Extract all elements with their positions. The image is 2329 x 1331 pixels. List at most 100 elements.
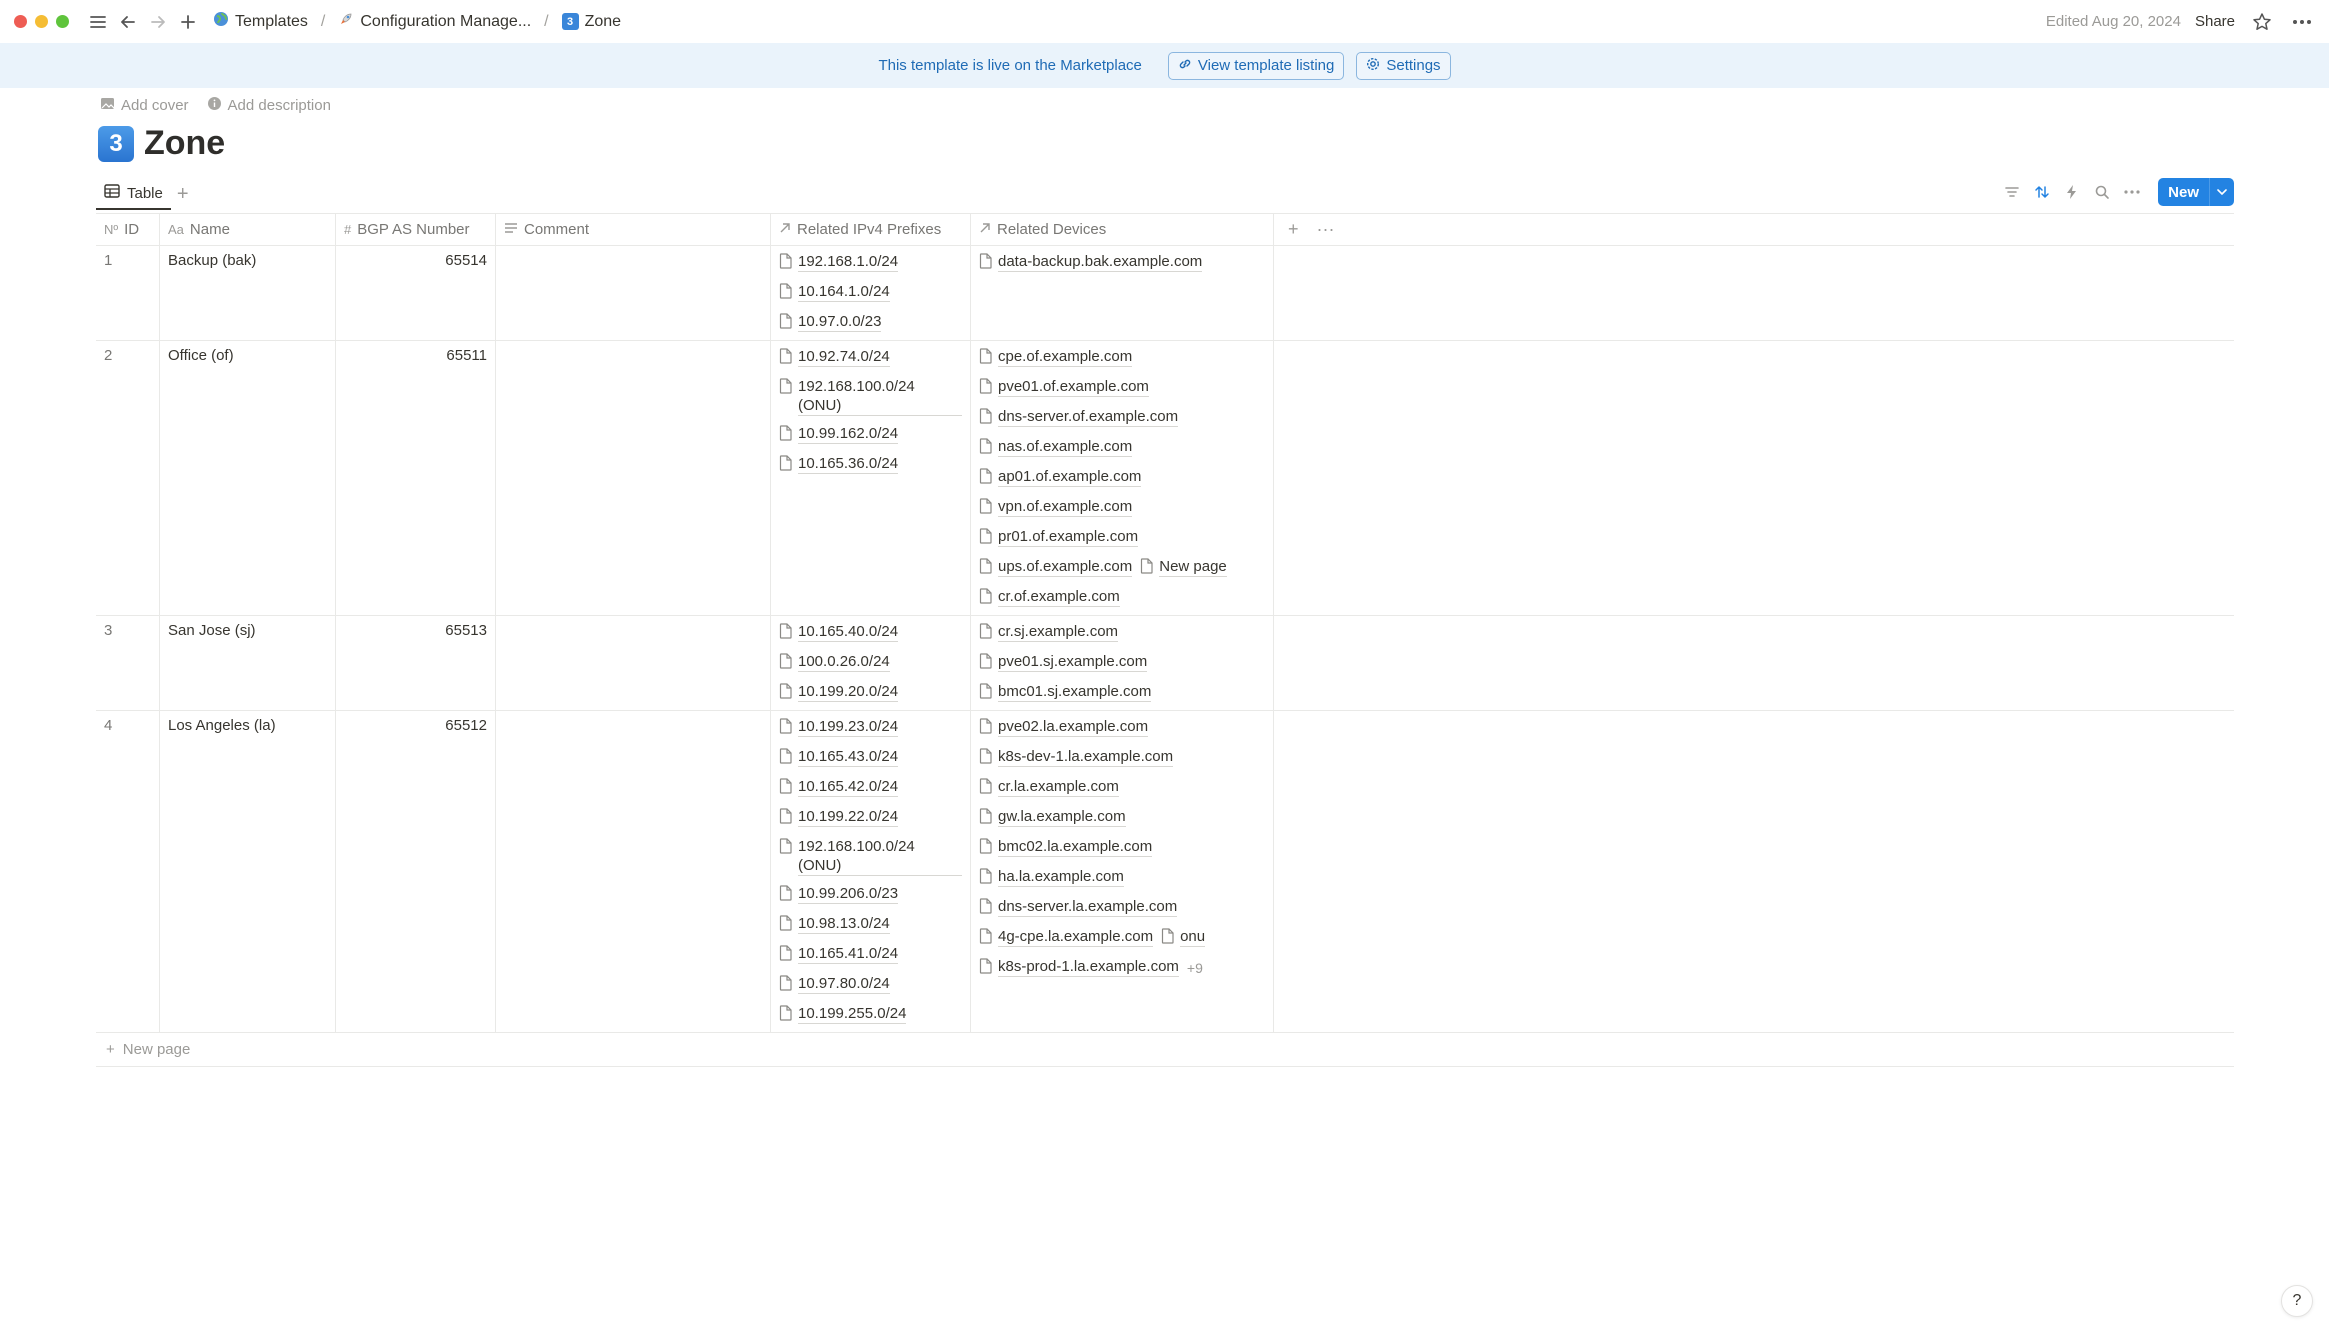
related-page-link[interactable]: cpe.of.example.com <box>979 347 1133 369</box>
related-page-link[interactable]: 10.99.206.0/23 <box>779 884 962 906</box>
new-tab-plus-icon[interactable] <box>175 9 201 35</box>
column-header-id[interactable]: Nº ID <box>96 214 160 245</box>
related-page-link[interactable]: 10.98.13.0/24 <box>779 914 962 936</box>
row-name[interactable]: Los Angeles (la) <box>168 717 276 734</box>
star-icon[interactable] <box>2249 9 2275 35</box>
view-template-listing-button[interactable]: View template listing <box>1167 51 1345 80</box>
related-page-link[interactable]: 10.199.20.0/24 <box>779 682 962 704</box>
cell-bgp-as-number[interactable]: 65513 <box>336 616 496 710</box>
add-view-plus-icon[interactable]: + <box>177 183 189 206</box>
related-page-link[interactable]: onu <box>1161 927 1206 949</box>
cell-related-prefixes[interactable]: 10.165.40.0/24 100.0.26.0/24 10.199.20.0/2… <box>771 616 971 710</box>
related-page-link[interactable]: 4g-cpe.la.example.com <box>979 927 1154 949</box>
column-header-bgp[interactable]: # BGP AS Number <box>336 214 496 245</box>
help-button[interactable]: ? <box>2281 1285 2313 1317</box>
cell-name[interactable]: San Jose (sj) <box>160 616 336 710</box>
related-page-link[interactable]: 10.165.42.0/24 <box>779 777 962 799</box>
automation-lightning-icon[interactable] <box>2062 182 2082 202</box>
column-header-prefixes[interactable]: Related IPv4 Prefixes <box>771 214 971 245</box>
related-page-link[interactable]: dns-server.of.example.com <box>979 407 1179 429</box>
related-page-link[interactable]: 10.199.22.0/24 <box>779 807 962 829</box>
zoom-window-button[interactable] <box>56 15 69 28</box>
cell-comment[interactable] <box>496 246 771 340</box>
row-name[interactable]: Backup (bak) <box>168 252 256 269</box>
sort-icon[interactable] <box>2032 182 2052 202</box>
cell-id[interactable]: 1 <box>96 246 160 340</box>
add-description-button[interactable]: Add description <box>207 96 331 115</box>
back-arrow-icon[interactable] <box>115 9 141 35</box>
column-header-comment[interactable]: Comment <box>496 214 771 245</box>
related-page-link[interactable]: 10.165.36.0/24 <box>779 454 962 476</box>
table-row[interactable]: 1 Backup (bak) 65514 192.168.1.0/24 10.164.1… <box>96 246 2234 341</box>
related-page-link[interactable]: 10.165.43.0/24 <box>779 747 962 769</box>
breadcrumb-configuration-management[interactable]: Configuration Manage... <box>334 9 535 34</box>
cell-related-devices[interactable]: cpe.of.example.com pve01.of.example.com dn… <box>971 341 1274 615</box>
minimize-window-button[interactable] <box>35 15 48 28</box>
cell-related-devices[interactable]: cr.sj.example.com pve01.sj.example.com bmc… <box>971 616 1274 710</box>
related-page-link[interactable]: 10.97.80.0/24 <box>779 974 962 996</box>
more-options-icon[interactable] <box>2122 182 2142 202</box>
related-page-link[interactable]: 192.168.100.0/24 (ONU) <box>779 377 962 416</box>
sidebar-toggle-icon[interactable] <box>85 9 111 35</box>
related-page-link[interactable]: cr.sj.example.com <box>979 622 1119 644</box>
chevron-down-icon[interactable] <box>2209 178 2234 206</box>
related-page-link[interactable]: ups.of.example.com <box>979 557 1133 579</box>
related-page-link[interactable]: ha.la.example.com <box>979 867 1124 889</box>
related-page-link[interactable]: 10.164.1.0/24 <box>779 282 962 304</box>
search-icon[interactable] <box>2092 182 2112 202</box>
breadcrumb-zone[interactable]: 3 Zone <box>558 11 625 33</box>
related-page-link[interactable]: 100.0.26.0/24 <box>779 652 962 674</box>
related-page-link[interactable]: 10.165.41.0/24 <box>779 944 962 966</box>
table-row[interactable]: 3 San Jose (sj) 65513 10.165.40.0/24 100.0.2… <box>96 616 2234 711</box>
cell-comment[interactable] <box>496 616 771 710</box>
cell-comment[interactable] <box>496 711 771 1032</box>
related-page-link[interactable]: 192.168.100.0/24 (ONU) <box>779 837 962 876</box>
breadcrumb-templates[interactable]: Templates <box>209 9 312 34</box>
more-options-icon[interactable] <box>2289 9 2315 35</box>
cell-name[interactable]: Office (of) <box>160 341 336 615</box>
related-page-link[interactable]: k8s-prod-1.la.example.com <box>979 957 1179 979</box>
related-page-link[interactable]: cr.la.example.com <box>979 777 1119 799</box>
more-relations-count[interactable]: +9 <box>1187 960 1203 976</box>
related-page-link[interactable]: gw.la.example.com <box>979 807 1126 829</box>
cell-name[interactable]: Backup (bak) <box>160 246 336 340</box>
cell-bgp-as-number[interactable]: 65511 <box>336 341 496 615</box>
related-page-link[interactable]: ap01.of.example.com <box>979 467 1142 489</box>
cell-id[interactable]: 4 <box>96 711 160 1032</box>
cell-related-prefixes[interactable]: 192.168.1.0/24 10.164.1.0/24 10.97.0.0/23 <box>771 246 971 340</box>
related-page-link[interactable]: bmc02.la.example.com <box>979 837 1153 859</box>
related-page-link[interactable]: 10.97.0.0/23 <box>779 312 962 334</box>
related-page-link[interactable]: pve02.la.example.com <box>979 717 1149 739</box>
related-page-link[interactable]: 10.199.255.0/24 <box>779 1004 962 1026</box>
cell-related-devices[interactable]: data-backup.bak.example.com <box>971 246 1274 340</box>
cell-id[interactable]: 2 <box>96 341 160 615</box>
settings-button[interactable]: Settings <box>1356 51 1451 80</box>
related-page-link[interactable]: New page <box>1140 557 1227 579</box>
new-page-row-button[interactable]: + New page <box>96 1033 2234 1067</box>
filter-icon[interactable] <box>2002 182 2022 202</box>
more-options-icon[interactable]: ··· <box>1317 219 1335 240</box>
cell-related-prefixes[interactable]: 10.199.23.0/24 10.165.43.0/24 10.165.42.0/… <box>771 711 971 1032</box>
tab-table[interactable]: Table <box>96 178 171 210</box>
related-page-link[interactable]: pve01.sj.example.com <box>979 652 1148 674</box>
cell-related-devices[interactable]: pve02.la.example.com k8s-dev-1.la.example… <box>971 711 1274 1032</box>
related-page-link[interactable]: bmc01.sj.example.com <box>979 682 1152 704</box>
related-page-link[interactable]: 10.199.23.0/24 <box>779 717 962 739</box>
cell-related-prefixes[interactable]: 10.92.74.0/24 192.168.100.0/24 (ONU) 10.99… <box>771 341 971 615</box>
related-page-link[interactable]: pve01.of.example.com <box>979 377 1149 399</box>
cell-comment[interactable] <box>496 341 771 615</box>
cell-id[interactable]: 3 <box>96 616 160 710</box>
keycap-3-icon[interactable]: 3 <box>98 125 134 162</box>
cell-bgp-as-number[interactable]: 65512 <box>336 711 496 1032</box>
table-row[interactable]: 4 Los Angeles (la) 65512 10.199.23.0/24 10.1… <box>96 711 2234 1033</box>
column-header-devices[interactable]: Related Devices <box>971 214 1274 245</box>
row-name[interactable]: Office (of) <box>168 347 234 364</box>
related-page-link[interactable]: k8s-dev-1.la.example.com <box>979 747 1174 769</box>
related-page-link[interactable]: dns-server.la.example.com <box>979 897 1178 919</box>
add-cover-button[interactable]: Add cover <box>100 96 189 115</box>
related-page-link[interactable]: 10.165.40.0/24 <box>779 622 962 644</box>
cell-name[interactable]: Los Angeles (la) <box>160 711 336 1032</box>
close-window-button[interactable] <box>14 15 27 28</box>
related-page-link[interactable]: 10.99.162.0/24 <box>779 424 962 446</box>
related-page-link[interactable]: data-backup.bak.example.com <box>979 252 1203 274</box>
